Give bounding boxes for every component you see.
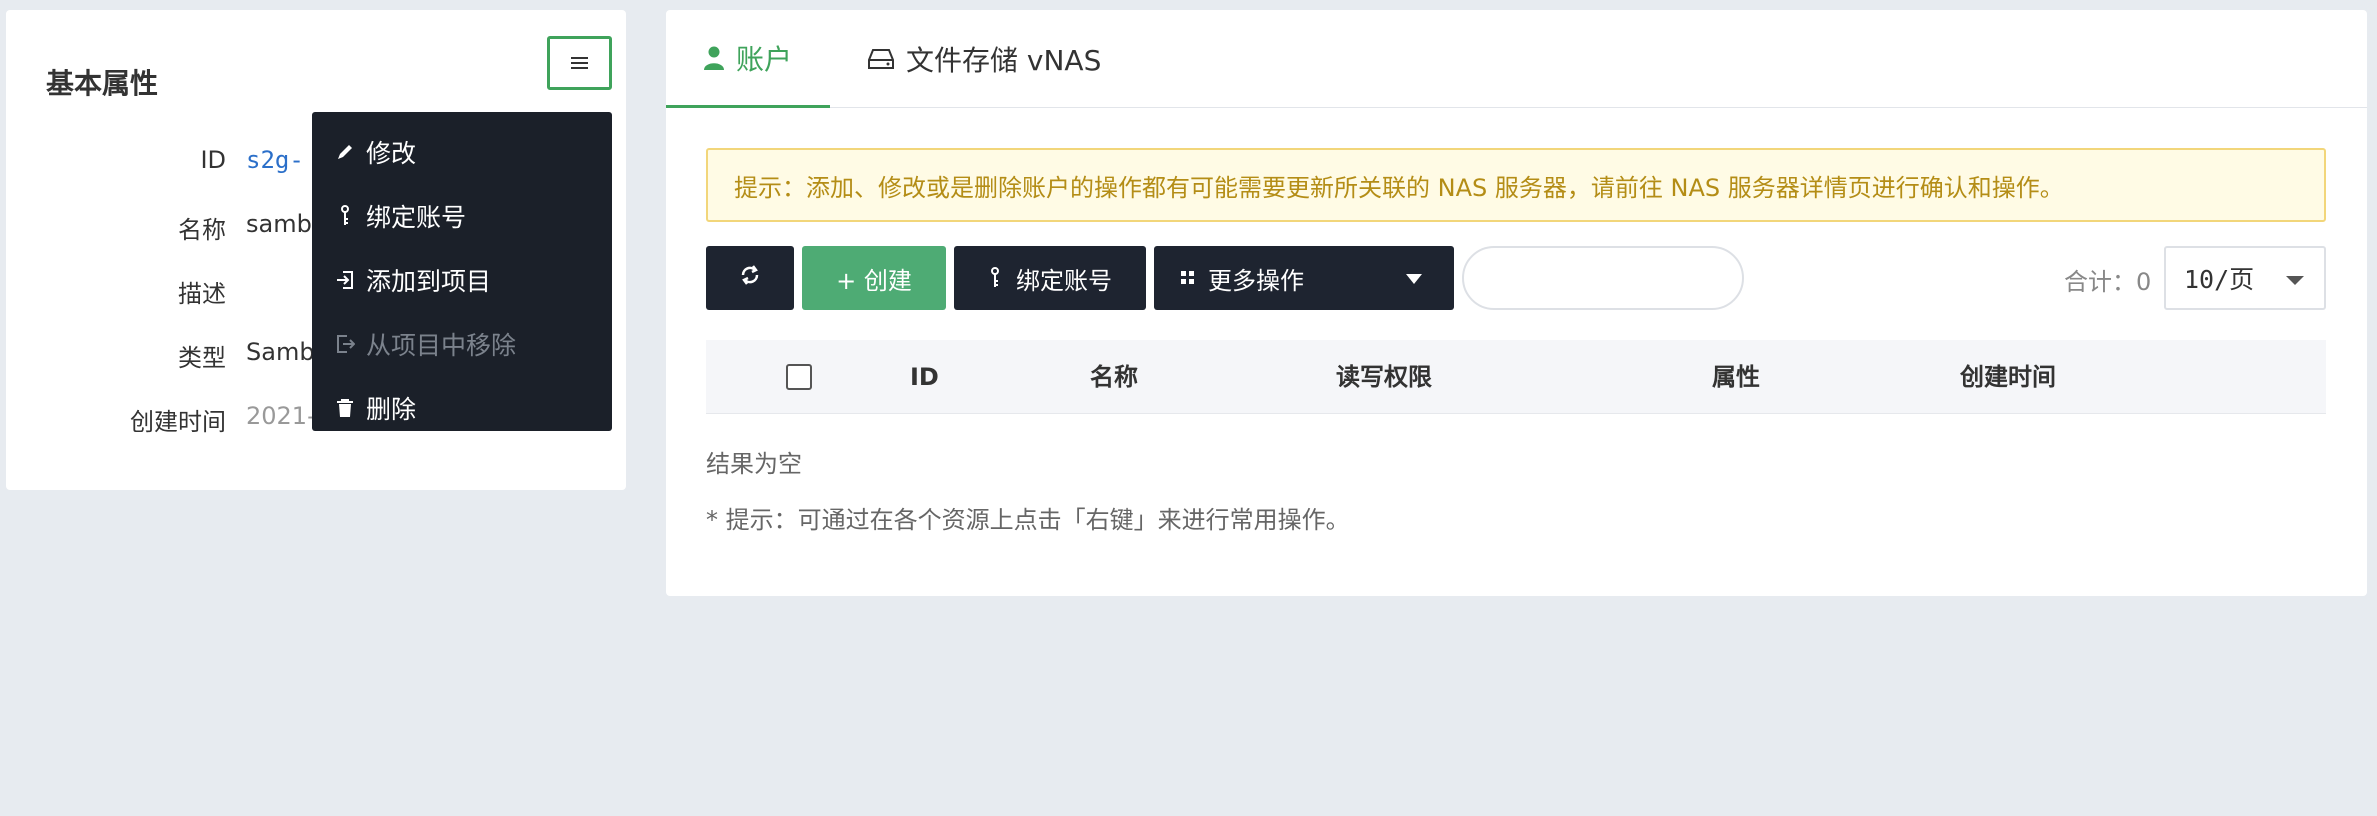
menu-item-delete[interactable]: 删除 [312, 376, 612, 440]
menu-item-label: 从项目中移除 [366, 331, 517, 360]
basic-properties-card: 基本属性 ID s2g- 名称 samb 描述 类型 Samb 创建时间 202… [6, 10, 626, 490]
bind-account-label: 绑定账号 [1016, 266, 1112, 295]
property-label: 名称 [178, 216, 226, 244]
menu-button[interactable] [547, 36, 612, 90]
table-header: ID 名称 读写权限 属性 创建时间 [706, 340, 2326, 414]
sign-out-icon [334, 333, 356, 355]
page-size-value: 10/页 [2184, 265, 2255, 294]
search-input[interactable] [1462, 246, 1744, 310]
property-label: 类型 [178, 344, 226, 372]
property-label: 创建时间 [130, 408, 226, 436]
total-count: 合计：0 [2064, 268, 2152, 296]
more-actions-dropdown[interactable]: 更多操作 [1154, 246, 1454, 310]
tab-vnas[interactable]: 文件存储 vNAS [868, 10, 1101, 108]
menu-item-label: 删除 [366, 395, 417, 424]
menu-item-label: 修改 [366, 139, 417, 168]
trash-icon [334, 397, 356, 419]
menu-item-label: 绑定账号 [366, 203, 467, 232]
select-all-checkbox[interactable] [786, 364, 812, 390]
property-value-type: Samb [246, 338, 315, 366]
menu-item-remove-from-project: 从项目中移除 [312, 312, 612, 376]
column-header-id[interactable]: ID [910, 340, 939, 414]
page-size-select[interactable]: 10/页 [2164, 246, 2326, 310]
caret-down-icon [2286, 276, 2304, 285]
create-button[interactable]: + 创建 [802, 246, 946, 310]
hard-drive-icon [868, 48, 894, 70]
actions-dropdown-menu: 修改 绑定账号 添加到项目 从项目中移除 删除 [312, 112, 612, 431]
property-label: 描述 [178, 280, 226, 308]
column-header-name[interactable]: 名称 [1090, 340, 1138, 414]
property-value-created: 2021- [246, 402, 316, 430]
warning-notice: 提示：添加、修改或是删除账户的操作都有可能需要更新所关联的 NAS 服务器，请前… [706, 148, 2326, 222]
menu-item-edit[interactable]: 修改 [312, 120, 612, 184]
refresh-icon [739, 264, 761, 292]
detail-tabs-card: 账户 文件存储 vNAS 提示：添加、修改或是删除账户的操作都有可能需要更新所关… [666, 10, 2367, 596]
refresh-button[interactable] [706, 246, 794, 310]
caret-down-icon [1406, 274, 1422, 284]
card-title: 基本属性 [46, 67, 159, 100]
context-menu-hint: * 提示：可通过在各个资源上点击「右键」来进行常用操作。 [706, 506, 1350, 534]
bind-account-button[interactable]: 绑定账号 [954, 246, 1146, 310]
property-value-name: samb [246, 210, 312, 238]
grid-icon [1180, 270, 1196, 286]
menu-item-label: 添加到项目 [366, 267, 492, 296]
empty-state-text: 结果为空 [706, 450, 802, 478]
key-icon [988, 267, 1002, 289]
column-header-permission[interactable]: 读写权限 [1336, 340, 1432, 414]
sign-in-icon [334, 269, 356, 291]
hamburger-menu-icon [571, 57, 588, 69]
user-icon [704, 46, 724, 70]
property-label: ID [200, 146, 226, 174]
more-actions-label: 更多操作 [1208, 266, 1304, 295]
pencil-icon [334, 141, 356, 163]
column-header-created[interactable]: 创建时间 [1960, 340, 2056, 414]
tab-label: 账户 [736, 42, 793, 76]
tab-accounts[interactable]: 账户 [666, 10, 830, 108]
menu-item-bind-account[interactable]: 绑定账号 [312, 184, 612, 248]
column-header-attributes[interactable]: 属性 [1712, 340, 1760, 414]
property-value-id[interactable]: s2g- [246, 146, 304, 174]
menu-item-add-to-project[interactable]: 添加到项目 [312, 248, 612, 312]
tab-bar: 账户 文件存储 vNAS [666, 10, 2367, 108]
key-icon [334, 205, 356, 227]
tab-label: 文件存储 vNAS [906, 44, 1102, 77]
